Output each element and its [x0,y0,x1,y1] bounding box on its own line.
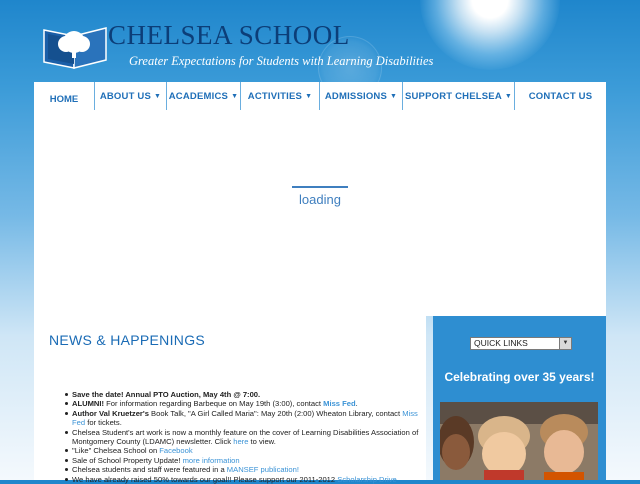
nav-label: CONTACT US [528,90,593,102]
chevron-down-icon: ▼ [390,92,398,100]
nav-label: ACTIVITIES [247,90,303,102]
news-text: Chelsea students and staff were featured… [72,465,227,475]
chevron-down-icon: ▼ [504,92,513,100]
nav-support-chelsea[interactable]: SUPPORT CHELSEA ▼ [403,82,515,110]
news-text: For information regarding Barbeque on Ma… [104,399,324,409]
list-item: Sale of School Property Update! more inf… [65,455,424,465]
list-item: Author Val Kruetzer's Book Talk, "A Girl… [65,408,424,428]
list-item: Chelsea Student's art work is now a mont… [65,428,424,447]
news-link[interactable]: more information [183,456,240,465]
list-item: We have already raised 50% towards our g… [65,474,424,484]
slideshow: loading [34,110,606,316]
news-link[interactable]: Miss Fed [323,399,356,408]
news-link[interactable]: MANSEF publication! [227,465,299,474]
site-tagline: Greater Expectations for Students with L… [129,54,434,68]
news-bold: ALUMNI! [72,399,105,409]
quick-links-label: QUICK LINKS [474,338,528,348]
news-section: NEWS & HAPPENINGS Save the date! Annual … [34,316,426,484]
sidebar: QUICK LINKS ▼ Celebrating over 35 years! [433,316,606,480]
news-link[interactable]: Scholarship Drive [337,475,397,484]
nav-label: ADMISSIONS [324,90,388,102]
news-heading: NEWS & HAPPENINGS [49,332,206,348]
news-link[interactable]: Facebook [159,446,192,455]
news-after: for tickets. [85,418,122,428]
list-item: ALUMNI! For information regarding Barbeq… [65,399,424,409]
news-after: . [355,399,358,409]
news-text: We have already raised 50% towards our g… [72,474,338,484]
nav-label: ABOUT US [99,90,152,102]
celebrating-heading: Celebrating over 35 years! [444,370,595,384]
nav-activities[interactable]: ACTIVITIES ▼ [241,82,320,110]
site-title[interactable]: CHELSEA SCHOOL [108,20,350,51]
main-nav: ABOUT US ▼ ACADEMICS ▼ ACTIVITIES ▼ ADMISSI… [34,82,606,110]
list-item: Save the date! Annual PTO Auction, May 4… [65,390,424,399]
sun-glare [420,0,560,70]
news-text: "Like" Chelsea School on [72,446,160,456]
loading-bar [292,186,348,188]
nav-label: ACADEMICS [168,90,229,102]
nav-academics[interactable]: ACADEMICS ▼ [167,82,241,110]
students-photo [440,402,598,480]
nav-label: SUPPORT CHELSEA [404,90,502,102]
book-tree-logo-icon[interactable] [40,20,110,72]
news-list: Save the date! Annual PTO Auction, May 4… [65,390,424,484]
quick-links-select[interactable]: QUICK LINKS ▼ [470,337,572,350]
nav-about-us[interactable]: ABOUT US ▼ [95,82,167,110]
news-link[interactable]: here [233,437,248,446]
news-text: Book Talk, "A Girl Called Maria": May 20… [148,408,403,418]
list-item: Chelsea students and staff were featured… [65,465,424,475]
chevron-down-icon: ▼ [305,92,313,100]
nav-home[interactable]: HOME [34,86,95,110]
nav-contact-us[interactable]: CONTACT US [515,82,606,110]
chevron-down-icon: ▼ [231,92,239,100]
dropdown-arrow-icon[interactable]: ▼ [559,338,571,349]
list-item: "Like" Chelsea School on Facebook [65,446,424,456]
news-bold: Author Val Kruetzer's [72,408,149,418]
news-after: to view. [248,437,276,447]
loading-text: loading [299,192,341,207]
nav-admissions[interactable]: ADMISSIONS ▼ [320,82,403,110]
chevron-down-icon: ▼ [154,92,162,100]
news-bold: Save the date! Annual PTO Auction, May 4… [72,390,261,399]
news-text: Sale of School Property Update! [72,455,183,465]
